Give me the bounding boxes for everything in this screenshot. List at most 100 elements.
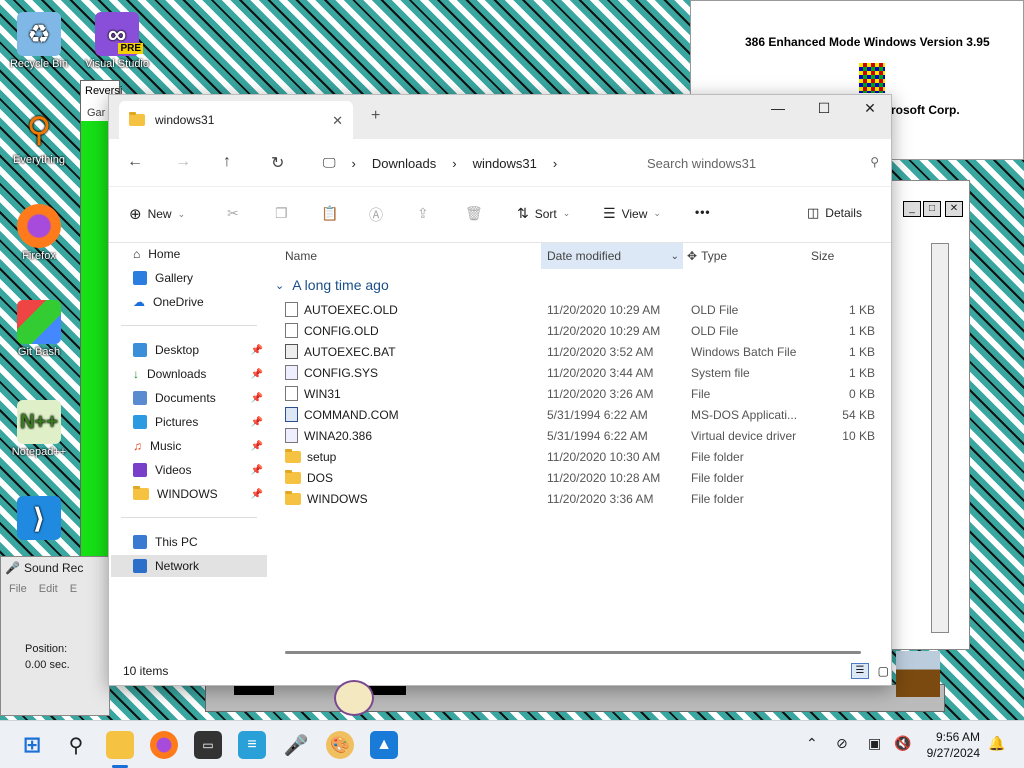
sidebar-item-this-pc[interactable]: This PC: [121, 531, 269, 553]
desktop-icon-git-bash[interactable]: Git Bash: [0, 300, 78, 358]
search-input[interactable]: Search windows31 ⚲: [635, 147, 889, 179]
view-button[interactable]: ☰ View ⌄: [603, 205, 661, 222]
start-windows-icon[interactable]: ⊞: [18, 731, 46, 759]
paste-icon[interactable]: 📋: [321, 205, 338, 222]
sound-recorder-window[interactable]: 🎤 Sound Rec File Edit E Position: 0.00 s…: [0, 556, 110, 716]
column-header-size[interactable]: Size: [811, 243, 834, 269]
file-icon: [285, 344, 298, 359]
address-bar[interactable]: 🖵 › Downloads › windows31 ›: [311, 147, 617, 179]
close-tab-icon[interactable]: ✕: [332, 113, 343, 129]
file-list: Name Date modified ⌄ ✥ Type Size ⌄ A lon…: [271, 243, 893, 663]
notepad-taskbar-icon[interactable]: ≡: [238, 731, 266, 759]
reversi-board[interactable]: [81, 121, 111, 601]
menu-file[interactable]: File: [9, 583, 27, 595]
desktop-icon-visual-studio[interactable]: ∞ PRE Visual Studio: [78, 12, 156, 70]
win31-window-right[interactable]: _ □ ✕: [890, 180, 970, 650]
sidebar-item-onedrive[interactable]: ☁ OneDrive: [121, 291, 269, 313]
horizontal-scrollbar[interactable]: [285, 651, 861, 654]
sound-recorder-title: Sound Rec: [23, 561, 84, 575]
breadcrumb-downloads[interactable]: Downloads: [372, 156, 436, 171]
more-options-button[interactable]: •••: [695, 205, 711, 219]
file-name: WINA20.386: [304, 428, 373, 443]
device-icon[interactable]: ▣: [868, 735, 881, 752]
paint-taskbar-icon[interactable]: 🎨: [326, 731, 354, 759]
cut-icon[interactable]: ✂: [227, 205, 239, 222]
network-off-icon[interactable]: ⊘: [836, 735, 848, 752]
sidebar-item-downloads[interactable]: ↓ Downloads 📌: [121, 363, 269, 385]
breadcrumb-windows31[interactable]: windows31: [473, 156, 537, 171]
close-button[interactable]: ✕: [847, 95, 893, 125]
volume-muted-icon[interactable]: 🔇: [894, 735, 911, 752]
win31-copyright-text: rosoft Corp.: [891, 103, 960, 117]
microphone-taskbar-icon[interactable]: 🎤: [282, 731, 310, 759]
close-button[interactable]: ✕: [945, 201, 963, 217]
sidebar-item-network[interactable]: Network: [111, 555, 267, 577]
file-type: OLD File: [691, 323, 739, 338]
chevron-up-icon[interactable]: ⌃: [806, 735, 818, 752]
new-tab-button[interactable]: +: [371, 107, 380, 125]
firefox-taskbar-icon[interactable]: [150, 731, 178, 759]
copy-icon[interactable]: ❐: [275, 205, 288, 222]
group-header[interactable]: ⌄ A long time ago: [275, 277, 389, 293]
sidebar-item-documents[interactable]: Documents 📌: [121, 387, 269, 409]
sidebar-item-windows[interactable]: WINDOWS 📌: [121, 483, 269, 505]
up-arrow-icon[interactable]: ↑: [223, 153, 231, 171]
forward-arrow-icon[interactable]: →: [175, 153, 191, 171]
table-row[interactable]: AUTOEXEC.BAT 11/20/2020 3:52 AM Windows Ba…: [285, 341, 885, 362]
refresh-icon[interactable]: ↻: [271, 153, 284, 173]
notification-bell-icon[interactable]: 🔔: [988, 735, 1005, 752]
desktop-icon-everything[interactable]: ⚲ Everything: [0, 108, 78, 166]
column-header-type[interactable]: ✥ Type: [687, 243, 727, 269]
computer-icon: [133, 535, 147, 549]
photos-taskbar-icon[interactable]: ▲: [370, 731, 398, 759]
new-button[interactable]: ⊕ New ⌄: [129, 205, 185, 223]
menu-effects[interactable]: E: [70, 583, 77, 595]
desktop-icon-firefox[interactable]: Firefox: [0, 204, 78, 262]
desktop-icon-recycle-bin[interactable]: ♻ Recycle Bin: [0, 12, 78, 70]
sidebar-item-videos[interactable]: Videos 📌: [121, 459, 269, 481]
table-row[interactable]: WINDOWS 11/20/2020 3:36 AM File folder: [285, 488, 885, 509]
tiles-view-icon[interactable]: ▢: [878, 663, 889, 679]
file-explorer-window[interactable]: windows31 ✕ + — ☐ ✕ ← → ↑ ↻ 🖵 › Download…: [108, 94, 892, 686]
terminal-taskbar-icon[interactable]: ▭: [194, 731, 222, 759]
sidebar-item-music[interactable]: ♫ Music 📌: [121, 435, 269, 457]
table-row[interactable]: CONFIG.OLD 11/20/2020 10:29 AM OLD File 1 K…: [285, 320, 885, 341]
details-pane-button[interactable]: ◫ Details: [807, 205, 862, 221]
minimize-button[interactable]: _: [903, 201, 921, 217]
sidebar-item-label: Documents: [155, 391, 216, 405]
sidebar-item-pictures[interactable]: Pictures 📌: [121, 411, 269, 433]
details-view-icon[interactable]: ☰: [851, 663, 869, 679]
table-row[interactable]: setup 11/20/2020 10:30 AM File folder: [285, 446, 885, 467]
tab-windows31[interactable]: windows31 ✕: [119, 101, 353, 139]
desktop-icon-notepadpp[interactable]: N++ Notepad++: [0, 400, 78, 458]
sidebar-item-home[interactable]: ⌂ Home: [121, 243, 269, 265]
desktop-icon-vscode[interactable]: ⟩: [0, 496, 78, 542]
table-row[interactable]: CONFIG.SYS 11/20/2020 3:44 AM System file 1…: [285, 362, 885, 383]
column-header-date-modified[interactable]: Date modified ⌄: [541, 243, 683, 269]
column-header-name[interactable]: Name: [285, 243, 317, 269]
rename-icon[interactable]: Ⓐ: [369, 205, 383, 225]
file-explorer-taskbar-icon[interactable]: [106, 731, 134, 759]
share-icon[interactable]: ⇪: [417, 205, 429, 222]
system-clock[interactable]: 9:56 AM 9/27/2024: [927, 729, 980, 761]
sort-button[interactable]: ⇅ Sort ⌄: [517, 205, 570, 222]
back-arrow-icon[interactable]: ←: [127, 153, 143, 171]
cloud-icon: ☁: [133, 295, 145, 309]
sidebar-item-desktop[interactable]: Desktop 📌: [121, 339, 269, 361]
table-row[interactable]: AUTOEXEC.OLD 11/20/2020 10:29 AM OLD File 1…: [285, 299, 885, 320]
reversi-menu[interactable]: Gar: [87, 107, 105, 119]
table-row[interactable]: WINA20.386 5/31/1994 6:22 AM Virtual devic…: [285, 425, 885, 446]
search-icon[interactable]: ⚲: [62, 731, 90, 759]
table-row[interactable]: COMMAND.COM 5/31/1994 6:22 AM MS-DOS Appli…: [285, 404, 885, 425]
vertical-scrollbar[interactable]: [931, 243, 949, 633]
sidebar-item-label: WINDOWS: [157, 487, 218, 501]
sidebar-item-gallery[interactable]: Gallery: [121, 267, 269, 289]
minimize-button[interactable]: —: [755, 95, 801, 125]
table-row[interactable]: DOS 11/20/2020 10:28 AM File folder: [285, 467, 885, 488]
table-row[interactable]: WIN31 11/20/2020 3:26 AM File 0 KB: [285, 383, 885, 404]
folder-icon: [129, 112, 145, 126]
menu-edit[interactable]: Edit: [39, 583, 58, 595]
maximize-button[interactable]: ☐: [801, 95, 847, 125]
delete-icon[interactable]: 🗑: [465, 205, 483, 222]
maximize-button[interactable]: □: [923, 201, 941, 217]
